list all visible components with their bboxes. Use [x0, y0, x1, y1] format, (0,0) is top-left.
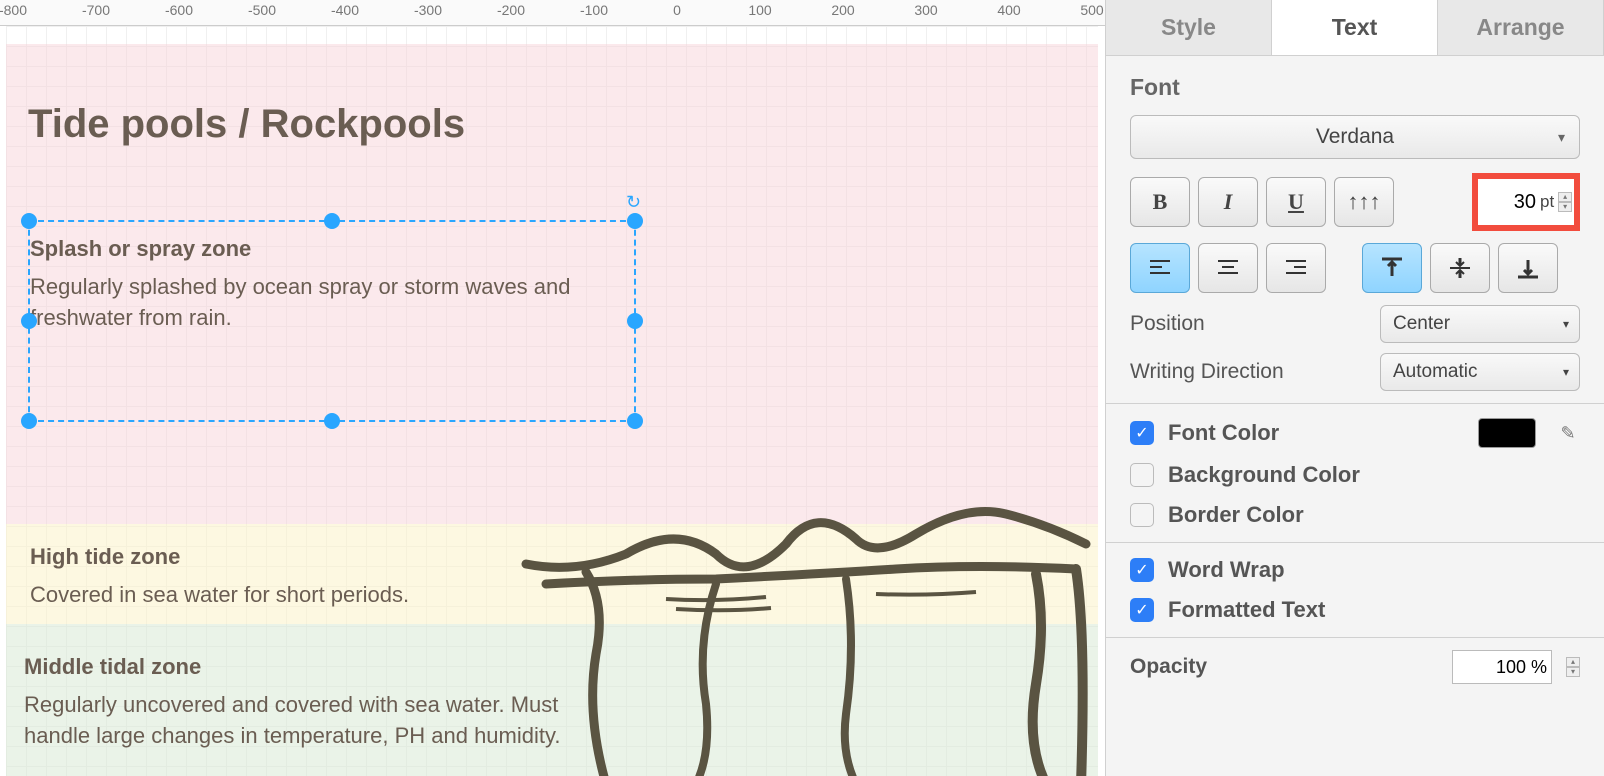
- valign-middle-button[interactable]: [1430, 243, 1490, 293]
- formatted-text-label: Formatted Text: [1168, 597, 1325, 623]
- splash-zone-desc: Regularly splashed by ocean spray or sto…: [30, 272, 630, 334]
- word-wrap-label: Word Wrap: [1168, 557, 1285, 583]
- chevron-down-icon: ▾: [1563, 317, 1569, 331]
- ruler-tick: 400: [997, 2, 1020, 18]
- ruler-horizontal: -800 -700 -600 -500 -400 -300 -200 -100 …: [0, 0, 1105, 26]
- ruler-tick: 200: [831, 2, 854, 18]
- writing-direction-select[interactable]: Automatic ▾: [1380, 353, 1580, 391]
- diagram-title[interactable]: Tide pools / Rockpools: [28, 102, 465, 147]
- font-size-input[interactable]: [1478, 179, 1538, 225]
- opacity-step-down[interactable]: ▾: [1566, 667, 1580, 677]
- canvas-area[interactable]: -800 -700 -600 -500 -400 -300 -200 -100 …: [0, 0, 1106, 776]
- font-size-field-highlight: pt ▴ ▾: [1472, 173, 1580, 231]
- ruler-tick: -300: [414, 2, 442, 18]
- ruler-tick: 300: [914, 2, 937, 18]
- middle-tidal-heading: Middle tidal zone: [24, 654, 624, 680]
- font-size-unit: pt: [1540, 192, 1554, 212]
- high-tide-desc: Covered in sea water for short periods.: [30, 580, 630, 611]
- font-color-label: Font Color: [1168, 420, 1279, 446]
- font-section-title: Font: [1130, 74, 1580, 101]
- font-color-swatch[interactable]: [1478, 418, 1536, 448]
- high-tide-text[interactable]: High tide zone Covered in sea water for …: [30, 544, 630, 611]
- position-label: Position: [1130, 312, 1370, 336]
- background-color-label: Background Color: [1168, 462, 1360, 488]
- chevron-down-icon: ▾: [1563, 365, 1569, 379]
- align-left-button[interactable]: [1130, 243, 1190, 293]
- tab-style[interactable]: Style: [1106, 0, 1272, 55]
- formatted-text-checkbox[interactable]: ✓: [1130, 598, 1154, 622]
- align-right-button[interactable]: [1266, 243, 1326, 293]
- vertical-text-button[interactable]: ↑↑↑: [1334, 177, 1394, 227]
- opacity-input[interactable]: [1452, 650, 1552, 684]
- chevron-down-icon: ▾: [1558, 129, 1565, 146]
- ruler-tick: -800: [0, 2, 27, 18]
- border-color-checkbox[interactable]: [1130, 503, 1154, 527]
- ruler-tick: -200: [497, 2, 525, 18]
- canvas[interactable]: Tide pools / Rockpools Splash or spray z…: [6, 26, 1098, 776]
- ruler-tick: -700: [82, 2, 110, 18]
- writing-direction-label: Writing Direction: [1130, 360, 1370, 384]
- italic-button[interactable]: I: [1198, 177, 1258, 227]
- font-family-value: Verdana: [1316, 125, 1394, 149]
- font-color-checkbox[interactable]: ✓: [1130, 421, 1154, 445]
- word-wrap-checkbox[interactable]: ✓: [1130, 558, 1154, 582]
- valign-bottom-button[interactable]: [1498, 243, 1558, 293]
- underline-button[interactable]: U: [1266, 177, 1326, 227]
- opacity-label: Opacity: [1130, 655, 1442, 679]
- position-value: Center: [1393, 313, 1450, 335]
- font-size-step-down[interactable]: ▾: [1558, 202, 1572, 212]
- ruler-tick: 100: [748, 2, 771, 18]
- ruler-tick: -600: [165, 2, 193, 18]
- bold-button[interactable]: B: [1130, 177, 1190, 227]
- position-select[interactable]: Center ▾: [1380, 305, 1580, 343]
- high-tide-heading: High tide zone: [30, 544, 630, 570]
- tab-arrange[interactable]: Arrange: [1438, 0, 1604, 55]
- format-sidebar: Style Text Arrange Font Verdana ▾ B I U …: [1106, 0, 1604, 776]
- selected-text-block[interactable]: Splash or spray zone Regularly splashed …: [30, 236, 630, 334]
- middle-tidal-desc: Regularly uncovered and covered with sea…: [24, 690, 624, 752]
- border-color-label: Border Color: [1168, 502, 1304, 528]
- tab-text[interactable]: Text: [1272, 0, 1438, 55]
- valign-top-button[interactable]: [1362, 243, 1422, 293]
- ruler-tick: -100: [580, 2, 608, 18]
- sidebar-tabs: Style Text Arrange: [1106, 0, 1604, 56]
- middle-tidal-text[interactable]: Middle tidal zone Regularly uncovered an…: [24, 654, 624, 752]
- font-family-select[interactable]: Verdana ▾: [1130, 115, 1580, 159]
- background-color-checkbox[interactable]: [1130, 463, 1154, 487]
- ruler-tick: -400: [331, 2, 359, 18]
- opacity-step-up[interactable]: ▴: [1566, 657, 1580, 667]
- ruler-tick: -500: [248, 2, 276, 18]
- ruler-tick: 500: [1080, 2, 1103, 18]
- splash-zone-heading: Splash or spray zone: [30, 236, 630, 262]
- font-size-step-up[interactable]: ▴: [1558, 192, 1572, 202]
- eyedropper-icon[interactable]: ✎: [1556, 418, 1580, 448]
- writing-direction-value: Automatic: [1393, 361, 1477, 383]
- ruler-tick: 0: [673, 2, 681, 18]
- align-center-button[interactable]: [1198, 243, 1258, 293]
